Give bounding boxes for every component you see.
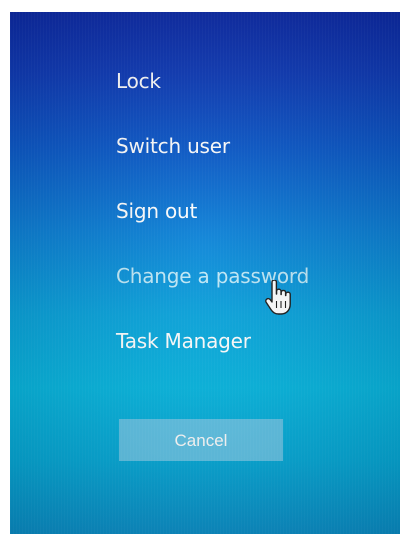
switch-user-option[interactable]: Switch user: [116, 133, 386, 198]
lock-option[interactable]: Lock: [116, 68, 386, 133]
cancel-button[interactable]: Cancel: [119, 419, 283, 461]
task-manager-option[interactable]: Task Manager: [116, 328, 386, 393]
security-options-menu: Lock Switch user Sign out Change a passw…: [116, 68, 386, 393]
sign-out-option[interactable]: Sign out: [116, 198, 386, 263]
hand-pointer-icon: [265, 280, 291, 315]
change-password-option[interactable]: Change a password: [116, 263, 386, 328]
security-options-screen: Lock Switch user Sign out Change a passw…: [10, 12, 400, 534]
